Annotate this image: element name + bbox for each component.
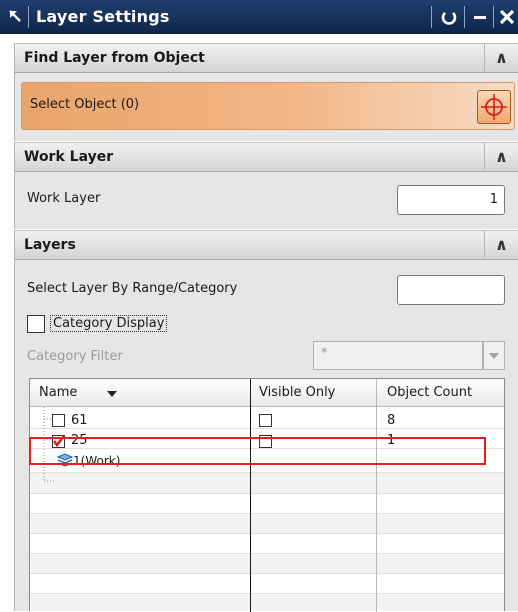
row-divider bbox=[30, 593, 504, 594]
minimize-icon bbox=[474, 16, 486, 19]
empty-row bbox=[30, 553, 504, 573]
column-header-visible-only[interactable]: Visible Only bbox=[259, 385, 335, 400]
title-separator bbox=[464, 6, 465, 28]
layers-table[interactable]: Name Visible Only Object Count 61 8 25 1… bbox=[29, 378, 505, 612]
row-divider bbox=[30, 472, 504, 473]
layer-name: 61 bbox=[71, 413, 88, 428]
row-divider bbox=[30, 533, 504, 534]
row-divider bbox=[30, 513, 504, 514]
select-object-row[interactable]: Select Object (0) bbox=[21, 82, 515, 130]
table-header: Name Visible Only Object Count bbox=[30, 379, 504, 407]
layers-section-header[interactable]: Layers ∧ bbox=[14, 230, 518, 260]
category-filter-field[interactable]: * bbox=[313, 341, 483, 370]
row-divider bbox=[30, 573, 504, 574]
title-bar: Layer Settings bbox=[0, 0, 518, 34]
range-category-input[interactable] bbox=[397, 275, 505, 305]
empty-row bbox=[30, 513, 504, 533]
range-category-label: Select Layer By Range/Category bbox=[27, 281, 238, 296]
select-object-label: Select Object (0) bbox=[30, 97, 140, 112]
work-section-header[interactable]: Work Layer ∧ bbox=[14, 142, 518, 172]
work-layer-value: 1 bbox=[489, 192, 498, 207]
category-filter-value: * bbox=[321, 346, 328, 361]
close-icon bbox=[499, 9, 515, 25]
collapse-icon[interactable]: ∧ bbox=[484, 143, 518, 171]
select-object-button[interactable] bbox=[477, 90, 511, 124]
category-filter-label: Category Filter bbox=[27, 349, 123, 364]
window-title: Layer Settings bbox=[36, 7, 170, 26]
layer-checkbox[interactable] bbox=[52, 414, 65, 427]
dropdown-arrow-button[interactable] bbox=[483, 341, 505, 370]
title-separator bbox=[431, 6, 432, 28]
empty-row bbox=[30, 473, 504, 493]
reset-icon bbox=[441, 12, 457, 25]
column-divider bbox=[376, 379, 377, 612]
pin-icon[interactable] bbox=[8, 9, 24, 25]
collapse-icon[interactable]: ∧ bbox=[484, 44, 518, 72]
column-divider bbox=[250, 379, 251, 612]
crosshair-icon bbox=[481, 94, 507, 120]
empty-row bbox=[30, 593, 504, 611]
work-layer-label: Work Layer bbox=[27, 191, 101, 206]
object-count: 8 bbox=[387, 413, 396, 428]
category-display-label: Category Display bbox=[50, 315, 168, 332]
column-header-name[interactable]: Name bbox=[39, 385, 77, 400]
visible-only-checkbox[interactable] bbox=[259, 414, 272, 427]
row-divider bbox=[30, 553, 504, 554]
close-button[interactable] bbox=[494, 2, 518, 32]
collapse-icon[interactable]: ∧ bbox=[484, 231, 518, 259]
column-header-object-count[interactable]: Object Count bbox=[387, 385, 472, 400]
find-section-title: Find Layer from Object bbox=[24, 50, 205, 66]
selected-row-highlight bbox=[29, 437, 486, 465]
minimize-button[interactable] bbox=[467, 2, 493, 32]
title-separator bbox=[28, 6, 29, 28]
category-display-box[interactable] bbox=[27, 315, 45, 333]
reset-button[interactable] bbox=[436, 2, 462, 32]
work-layer-input[interactable]: 1 bbox=[397, 185, 505, 215]
row-divider bbox=[30, 493, 504, 494]
chevron-down-icon bbox=[489, 353, 499, 359]
sort-down-icon[interactable] bbox=[106, 389, 118, 399]
find-section-header[interactable]: Find Layer from Object ∧ bbox=[14, 43, 518, 73]
layers-section-title: Layers bbox=[24, 237, 76, 253]
work-section-title: Work Layer bbox=[24, 149, 114, 165]
row-divider bbox=[30, 428, 504, 429]
